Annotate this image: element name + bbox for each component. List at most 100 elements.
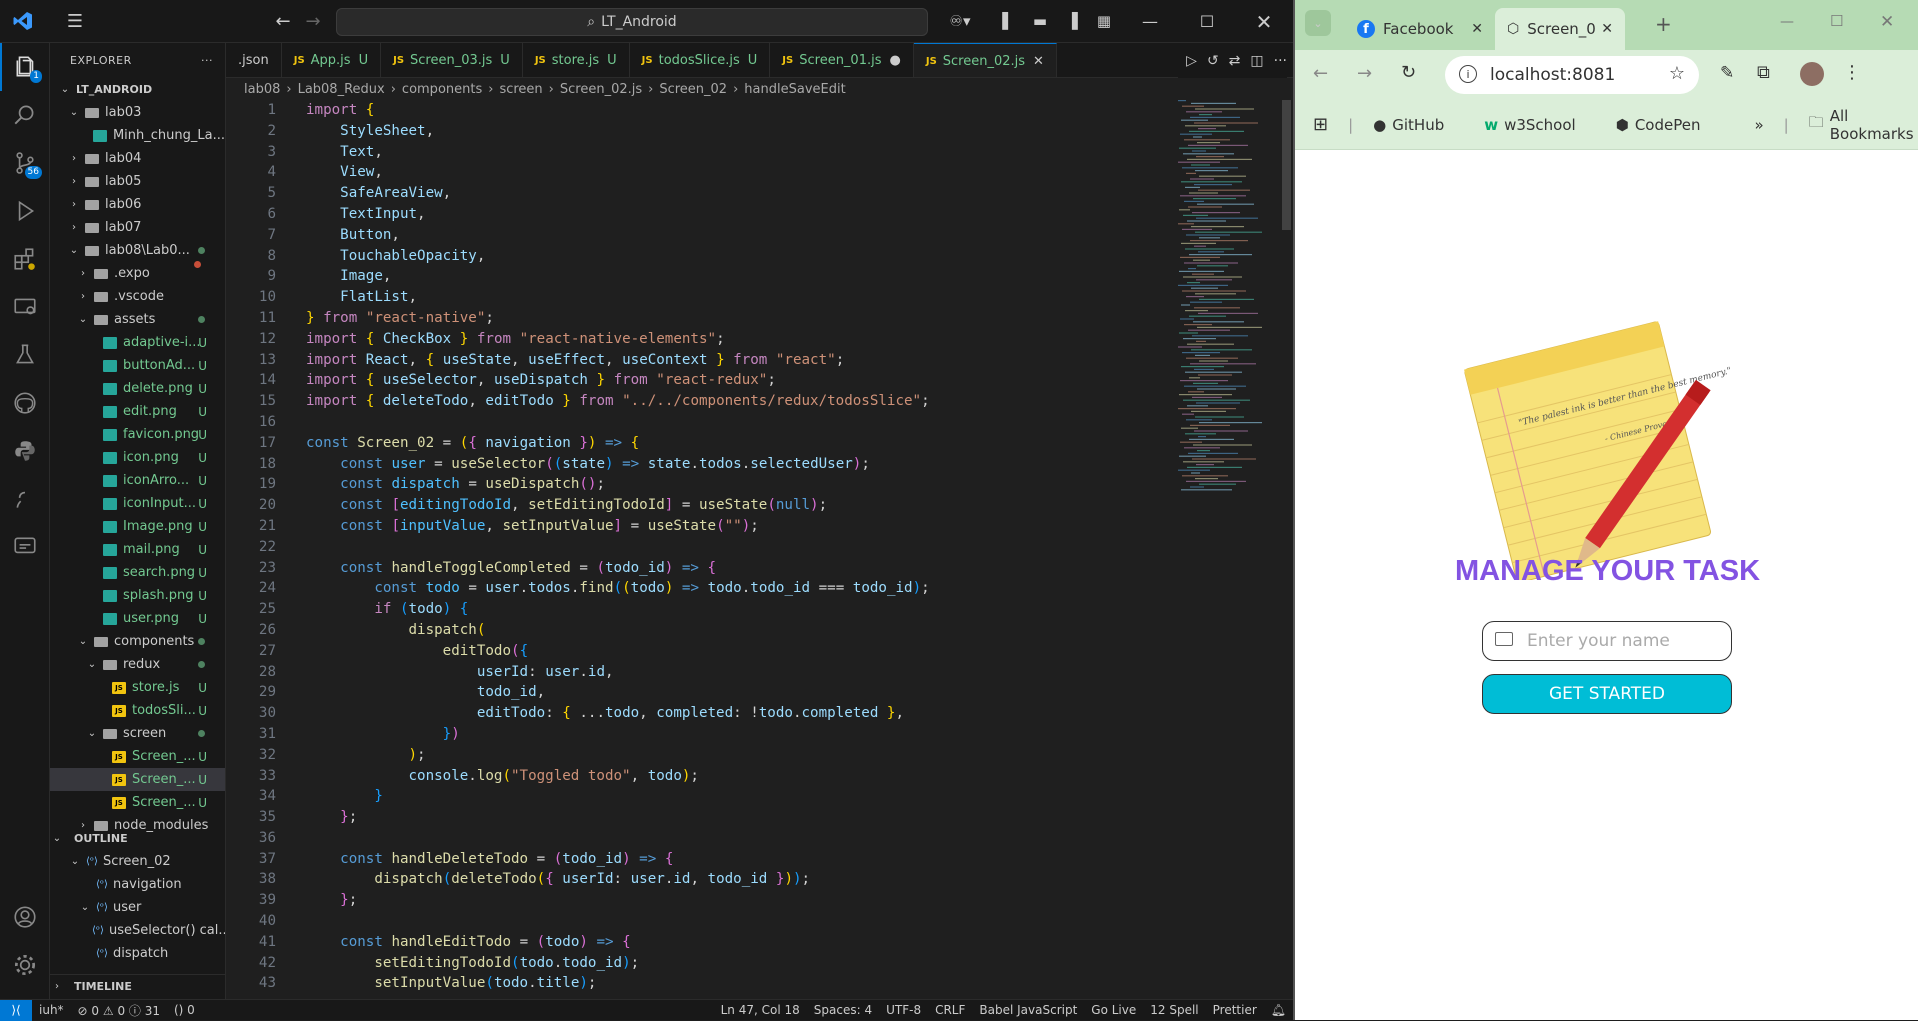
tree-file[interactable]: user.png U (50, 607, 225, 630)
cursor-position[interactable]: Ln 47, Col 18 (721, 1003, 800, 1017)
tree-file[interactable]: JS todosSli... U (50, 699, 225, 722)
maximize-icon[interactable]: ☐ (1177, 0, 1237, 43)
run-debug-icon[interactable] (0, 187, 50, 235)
close-tab-icon[interactable]: ✕ (1471, 21, 1483, 37)
editor-tab[interactable]: JS Screen_03.js U (381, 43, 523, 77)
tree-file[interactable]: search.png U (50, 561, 225, 584)
get-started-button[interactable]: GET STARTED (1482, 674, 1732, 714)
reload-icon[interactable]: ↻ (1401, 62, 1416, 83)
chat-icon[interactable] (0, 523, 50, 571)
tree-folder[interactable]: ⌄ components (50, 630, 225, 653)
copilot-icon[interactable]: ♾▾ (945, 6, 975, 36)
go-live-button[interactable]: Go Live (1091, 1003, 1136, 1017)
close-icon[interactable]: ✕ (1234, 0, 1294, 43)
breadcrumb-item[interactable]: Screen_02 (659, 82, 727, 97)
remote-explorer-icon[interactable] (0, 283, 50, 331)
forward-arrow-icon[interactable]: → (298, 6, 328, 36)
tree-folder[interactable]: › lab04 (50, 147, 225, 170)
toggle-secondary-sidebar-icon[interactable]: ▐ (1057, 6, 1087, 36)
tree-file[interactable]: iconArro... U (50, 469, 225, 492)
customize-layout-icon[interactable]: ▦ (1089, 6, 1119, 36)
tree-file[interactable]: Image.png U (50, 515, 225, 538)
account-icon[interactable] (0, 893, 50, 941)
tree-file[interactable]: edit.png U (50, 400, 225, 423)
tree-folder[interactable]: ⌄ LT_ANDROID (50, 78, 225, 101)
tree-folder[interactable]: ⌄ screen (50, 722, 225, 745)
tree-file[interactable]: buttonAd... U (50, 354, 225, 377)
compare-icon[interactable]: ⇄ (1229, 53, 1241, 69)
bookmark-codepen[interactable]: ⬢ CodePen (1616, 116, 1721, 134)
breadcrumb-item[interactable]: components (402, 82, 482, 97)
outline-item[interactable]: ⌄ ⟨ᵒ⟩ Screen_02 (50, 850, 225, 873)
explorer-icon[interactable]: 1 (0, 43, 50, 91)
outline-item[interactable]: ⟨ᵒ⟩ useSelector() cal... (50, 919, 225, 942)
tree-file[interactable]: favicon.png U (50, 423, 225, 446)
timeline-view-icon[interactable] (0, 475, 50, 523)
tree-folder[interactable]: › .vscode (50, 285, 225, 308)
eyedropper-icon[interactable]: ✎ (1720, 63, 1734, 83)
outline-item[interactable]: ⟨ᵒ⟩ dispatch (50, 942, 225, 965)
profile-avatar[interactable] (1800, 62, 1824, 86)
minimize-icon[interactable]: — (1780, 14, 1794, 30)
toggle-panel-icon[interactable]: ▬ (1025, 6, 1055, 36)
tab-search-icon[interactable]: ⌄ (1305, 10, 1331, 36)
tree-file[interactable]: Minh_chung_La... (50, 124, 225, 147)
toggle-sidebar-icon[interactable]: ▌ (993, 6, 1023, 36)
editor-tab[interactable]: JS Screen_02.js ✕ (913, 43, 1057, 77)
address-bar[interactable]: i localhost:8081 ☆ (1445, 56, 1699, 94)
source-control-icon[interactable]: 56 (0, 139, 50, 187)
more-icon[interactable]: ··· (1274, 53, 1287, 69)
close-tab-icon[interactable]: ✕ (1601, 21, 1613, 37)
bookmark-github[interactable]: ● GitHub (1373, 116, 1464, 134)
ports-label[interactable]: () 0 (174, 1003, 195, 1017)
problems-label[interactable]: ⊘ 0 ⚠ 0 ⓘ 31 (78, 1002, 160, 1019)
outline-item[interactable]: ⌄ ⟨ᵒ⟩ user (50, 896, 225, 919)
new-tab-icon[interactable]: + (1655, 12, 1672, 36)
tree-file[interactable]: JS Screen_... U (50, 791, 225, 814)
tab-facebook[interactable]: f Facebook ✕ (1345, 8, 1495, 50)
menu-icon[interactable]: ☰ (60, 6, 90, 36)
more-bookmarks-icon[interactable]: » (1754, 116, 1763, 134)
command-center-search[interactable]: ⌕ LT_Android (336, 8, 928, 36)
tree-file[interactable]: iconInput... U (50, 492, 225, 515)
tree-folder[interactable]: ⌄ redux (50, 653, 225, 676)
breadcrumb-item[interactable]: handleSaveEdit (744, 82, 845, 97)
outline-header[interactable]: ⌄ OUTLINE (50, 827, 225, 850)
chrome-menu-icon[interactable]: ⋮ (1843, 62, 1861, 83)
editor-tab[interactable]: JS store.js U (523, 43, 630, 77)
tab-screen[interactable]: ⬡ Screen_0 ✕ (1495, 8, 1625, 50)
breadcrumb-item[interactable]: Screen_02.js (560, 82, 642, 97)
tree-folder[interactable]: ⌄ lab08\Lab0... (50, 239, 225, 262)
extensions-icon[interactable] (0, 235, 50, 283)
split-editor-icon[interactable]: ◫ (1250, 53, 1263, 69)
apps-grid-icon[interactable]: ⊞ (1313, 114, 1328, 135)
close-icon[interactable]: ✕ (1880, 12, 1894, 32)
encoding[interactable]: UTF-8 (886, 1003, 921, 1017)
bookmark-star-icon[interactable]: ☆ (1669, 63, 1685, 84)
tree-folder[interactable]: ⌄ lab03 (50, 101, 225, 124)
python-icon[interactable] (0, 427, 50, 475)
minimize-icon[interactable]: — (1120, 0, 1180, 43)
extensions-puzzle-icon[interactable]: ⧉ (1757, 62, 1770, 83)
site-info-icon[interactable]: i (1459, 65, 1477, 83)
tree-folder[interactable]: ⌄ assets (50, 308, 225, 331)
notifications-bell-icon[interactable]: 🔔︎ (1271, 1003, 1286, 1017)
vertical-scrollbar[interactable] (1279, 100, 1293, 990)
breakpoint-dot[interactable] (194, 261, 201, 268)
remote-icon[interactable]: ⟩⟨ (0, 999, 32, 1021)
run-icon[interactable]: ▷ (1186, 53, 1197, 69)
name-input[interactable]: Enter your name (1482, 621, 1732, 661)
tree-file[interactable]: splash.png U (50, 584, 225, 607)
editor-tab[interactable]: .json (226, 43, 282, 77)
outline-item[interactable]: ⟨ᵒ⟩ navigation (50, 873, 225, 896)
tree-file[interactable]: JS Screen_... U (50, 768, 225, 791)
history-icon[interactable]: ↺ (1207, 53, 1219, 69)
all-bookmarks[interactable]: 🗀 All Bookmarks (1809, 107, 1918, 143)
timeline-header[interactable]: › TIMELINE (50, 974, 225, 997)
branch-label[interactable]: iuh* (39, 1003, 64, 1017)
editor-tab[interactable]: JS todosSlice.js U (630, 43, 771, 77)
back-arrow-icon[interactable]: ← (1313, 63, 1328, 84)
testing-icon[interactable] (0, 331, 50, 379)
tree-folder[interactable]: › lab07 (50, 216, 225, 239)
breadcrumb-item[interactable]: lab08 (244, 82, 280, 97)
